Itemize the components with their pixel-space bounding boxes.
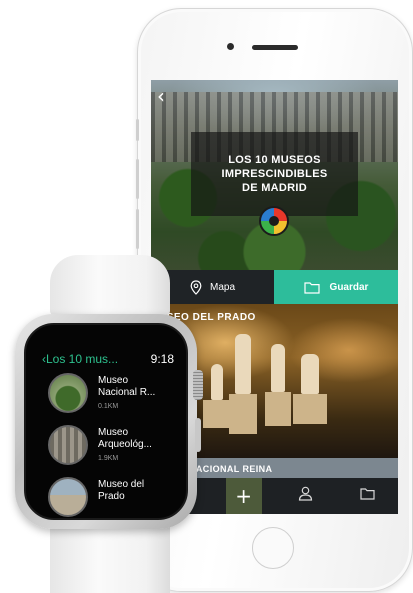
watch-side-button[interactable] (195, 418, 201, 452)
watch-header: ‹Los 10 mus... 9:18 (42, 351, 174, 367)
watch-item-name: Museo Nacional R... (98, 375, 180, 399)
museum-thumbnail (48, 477, 88, 517)
museum-thumbnail (48, 373, 88, 413)
volume-down-button (136, 209, 139, 249)
watch-item-name-line: Museo del (98, 479, 145, 490)
hero-title-line: LOS 10 MUSEOS (228, 154, 321, 166)
pedestal-image (229, 394, 257, 434)
tab-add[interactable]: + (225, 478, 262, 514)
save-button[interactable]: Guardar (274, 270, 398, 304)
watch-item-name-line: Nacional R... (98, 387, 156, 398)
pedestal-image (203, 400, 229, 428)
statue-image (235, 334, 251, 394)
hero-title: LOS 10 MUSEOS IMPRESCINDIBLES DE MADRID (222, 153, 328, 195)
save-button-label: Guardar (329, 281, 369, 293)
watch-list-item[interactable]: Museo Nacional R... 0.1KM (48, 373, 178, 417)
map-pin-icon (190, 279, 202, 295)
pedestal-image (293, 394, 327, 424)
hero-title-line: IMPRESCINDIBLES (221, 168, 328, 180)
watch-item-name-line: Arqueológ... (98, 439, 152, 450)
statue-image (211, 364, 223, 400)
volume-up-button (136, 159, 139, 199)
digital-crown[interactable] (193, 370, 203, 400)
earpiece-speaker (252, 45, 298, 50)
statue-image (301, 354, 319, 394)
watch-item-distance: 0.1KM (98, 403, 119, 410)
person-icon (298, 486, 313, 506)
action-bar: Mapa Guardar (151, 270, 398, 304)
curator-badge-icon[interactable] (259, 206, 289, 236)
watch-time: 9:18 (150, 352, 174, 366)
watch-band-bottom (50, 525, 170, 593)
watch-item-name: Museo Arqueológ... (98, 427, 180, 451)
pedestal-image (265, 392, 291, 426)
tab-saved[interactable] (349, 478, 385, 514)
plus-icon: + (235, 484, 252, 508)
hero-title-line: DE MADRID (241, 182, 308, 194)
folder-icon (303, 281, 320, 294)
watch-item-name: Museo del Prado (98, 479, 180, 503)
hero-title-box: LOS 10 MUSEOS IMPRESCINDIBLES DE MADRID (191, 132, 358, 216)
watch-list-item[interactable]: Museo del Prado (48, 477, 180, 518)
watch-list-item[interactable]: Museo Arqueológ... 1.9KM (48, 425, 178, 469)
statue-image (271, 344, 285, 392)
front-camera (227, 43, 234, 50)
mute-switch (136, 119, 139, 141)
tab-profile[interactable] (287, 478, 323, 514)
watch-item-name-line: Museo (98, 427, 129, 438)
museum-thumbnail (48, 425, 88, 465)
map-button-label: Mapa (209, 281, 235, 293)
back-chevron-icon[interactable]: ‹ (157, 86, 165, 106)
watch-item-distance: 1.9KM (98, 455, 119, 462)
folder-icon (360, 487, 375, 505)
watch-back-button[interactable]: ‹Los 10 mus... (42, 352, 118, 366)
home-button[interactable] (252, 527, 294, 569)
watch-screen: ‹Los 10 mus... 9:18 Museo Nacional R... … (24, 323, 188, 520)
watch-item-name-line: Prado (98, 491, 125, 502)
watch-item-name-line: Museo (98, 375, 129, 386)
watch-band-top (50, 255, 170, 315)
